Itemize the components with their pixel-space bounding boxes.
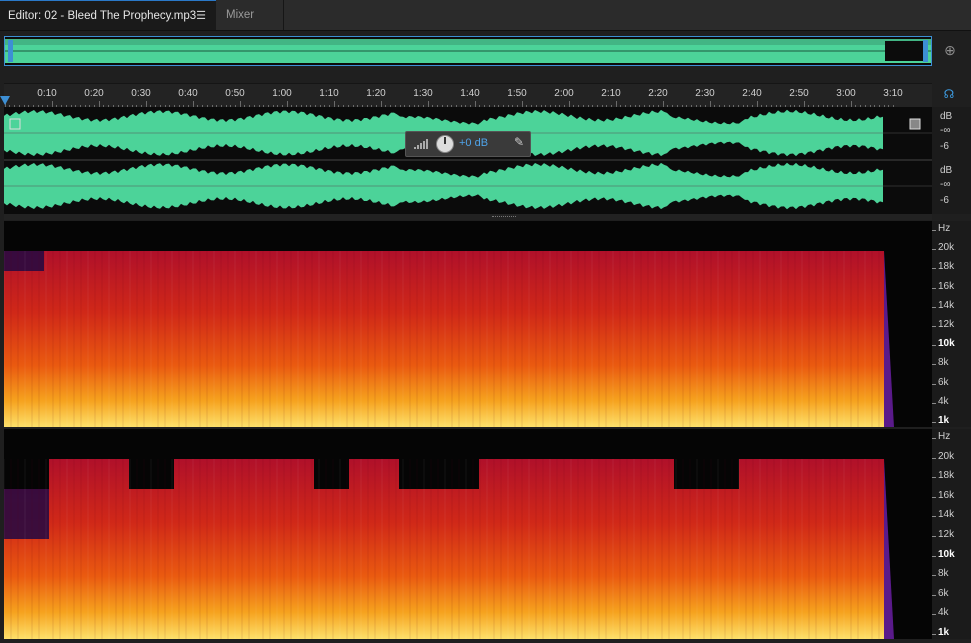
panel-menu-icon[interactable]: ☰ [196,1,206,31]
frequency-label: 6k [938,376,949,388]
frequency-label: 16k [938,489,955,501]
frequency-label: 4k [938,395,949,407]
ruler-tick-label: 2:10 [601,88,621,99]
frequency-scale-1: Hz 20k 18k 16k 14k 12k 10k 8k 6k 4k 1k [932,221,971,427]
ruler-tick-label: 3:10 [883,88,903,99]
panel-divider[interactable] [4,214,932,220]
pin-icon[interactable]: ✎ [514,135,524,149]
frequency-label: Hz [938,223,951,234]
time-ruler[interactable]: 0:10 0:20 0:30 0:40 0:50 1:00 1:10 1:20 1:30 1:40… [4,83,932,108]
frequency-label: 14k [938,299,955,311]
frequency-label: 16k [938,280,955,292]
spectrogram-image [4,221,932,427]
amp-scale-label: dB [940,165,953,176]
zoom-to-fit-icon[interactable]: ⊕ [940,40,960,60]
frequency-scale-2: Hz 20k 18k 16k 14k 12k 10k 8k 6k 4k 1k [932,429,971,639]
waveform-display[interactable] [4,107,932,214]
amplitude-scale: dB -∞ -6 dB -∞ -6 [932,107,971,214]
tab-mixer-label: Mixer [226,9,255,21]
ruler-tick-label: 0:50 [225,88,245,99]
gain-value[interactable]: +0 dB [459,137,488,149]
frequency-label: 10k [938,338,955,350]
frequency-label: 6k [938,587,949,599]
ruler-tick-label: 0:30 [131,88,151,99]
ruler-tick-label: 2:50 [789,88,809,99]
amp-scale-label: -6 [940,195,949,206]
overview-navigator[interactable] [4,36,932,66]
frequency-label: 10k [938,548,955,560]
ruler-tick-label: 2:40 [742,88,762,99]
ruler-tick-label: 2:30 [695,88,715,99]
ruler-tick-label: 1:00 [272,88,292,99]
gain-knob-icon[interactable] [436,135,454,153]
ruler-tick-label: 1:10 [319,88,339,99]
tab-editor-label: Editor: 02 - Bleed The Prophecy.mp3 [8,10,197,22]
ruler-tick-label: 2:00 [554,88,574,99]
frequency-label: 12k [938,319,955,330]
frequency-label: 14k [938,509,955,521]
gain-hud[interactable]: +0 dB ✎ [405,131,531,157]
frequency-label: 1k [938,415,950,426]
tab-bar: Editor: 02 - Bleed The Prophecy.mp3 ☰ Mi… [0,0,971,31]
overview-waveform [5,39,931,63]
amp-scale-label: -∞ [940,125,951,136]
waveform-channels [4,109,932,210]
tab-mixer[interactable]: Mixer [218,0,284,30]
frequency-label: 20k [938,450,955,462]
frequency-label: 4k [938,607,949,619]
frequency-label: 8k [938,357,949,369]
ruler-tick-label: 0:10 [37,88,57,99]
tab-editor[interactable]: Editor: 02 - Bleed The Prophecy.mp3 ☰ [0,0,216,30]
frequency-label: 8k [938,568,949,580]
amp-scale-label: dB [940,111,953,122]
ruler-tick-label: 0:40 [178,88,198,99]
frequency-label: 1k [938,627,950,638]
amp-scale-label: -6 [940,141,949,152]
volume-bars-icon [414,139,428,149]
headphones-icon[interactable]: ☊ [942,87,956,101]
spectrogram-energy [4,251,884,427]
frequency-label: 20k [938,242,955,254]
spectrogram-channel-1[interactable] [4,221,932,427]
spectrogram-channel-2[interactable] [4,429,932,639]
playhead-marker[interactable] [0,96,10,105]
ruler-tick-label: 1:50 [507,88,527,99]
ruler-tick-label: 1:40 [460,88,480,99]
amp-scale-label: -∞ [940,179,951,190]
ruler-tick-label: 1:20 [366,88,386,99]
ruler-tick-label: 1:30 [413,88,433,99]
frequency-label: Hz [938,431,951,442]
ruler-tick-label: 0:20 [84,88,104,99]
ruler-tick-label: 2:20 [648,88,668,99]
spectrogram-image [4,429,932,639]
frequency-label: 18k [938,470,955,482]
fade-out-handle[interactable] [909,118,921,130]
frequency-label: 12k [938,529,955,540]
frequency-label: 18k [938,261,955,273]
ruler-tick-label: 3:00 [836,88,856,99]
